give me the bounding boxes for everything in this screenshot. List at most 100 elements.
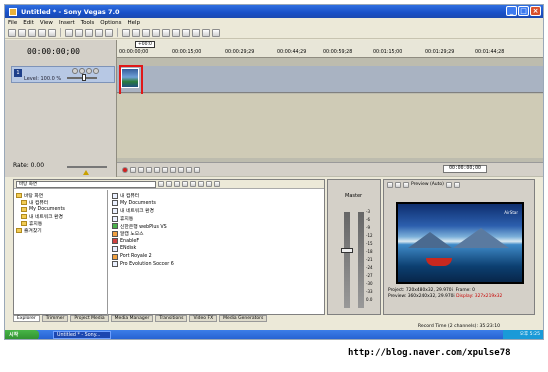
tree-item[interactable]: 내 네트워크 환경 <box>16 213 105 220</box>
edit-tool-icon[interactable] <box>122 28 130 37</box>
file-item[interactable]: 휴지통 <box>112 215 322 223</box>
prev-frame-icon[interactable] <box>186 166 192 173</box>
timeline: 00:00:00;00 1 Level: 100.0 % Rate: 0.00 … <box>5 40 543 177</box>
rate-slider[interactable] <box>67 166 107 168</box>
new-folder-icon[interactable] <box>174 181 180 187</box>
tree-item[interactable]: 내 컴퓨터 <box>16 199 105 206</box>
bypass-fx-icon[interactable] <box>72 68 78 74</box>
start-button[interactable]: 시작 <box>5 330 39 339</box>
tree-item[interactable]: My Documents <box>16 206 105 213</box>
help-icon[interactable] <box>212 28 220 37</box>
go-to-start-icon[interactable] <box>170 166 176 173</box>
auto-ripple-icon[interactable] <box>182 28 190 37</box>
split-screen-icon[interactable] <box>395 181 401 188</box>
go-to-end-icon[interactable] <box>178 166 184 173</box>
zoom-tool-icon[interactable] <box>152 28 160 37</box>
menu-insert[interactable]: Insert <box>59 20 75 26</box>
timeline-timecode: 00:00:00;00 <box>27 47 80 56</box>
ignore-grouping-icon[interactable] <box>202 28 210 37</box>
snap-icon[interactable] <box>162 28 170 37</box>
tab-project-media[interactable]: Project Media <box>70 315 109 322</box>
tree-item[interactable]: 즐겨찾기 <box>16 227 105 234</box>
stop-icon[interactable] <box>162 166 168 173</box>
file-item[interactable]: My Documents <box>112 200 322 208</box>
stop-preview-icon[interactable] <box>198 181 204 187</box>
cursor-time-label: +00:0 <box>135 41 155 48</box>
preview-quality-select[interactable]: Preview (Auto) <box>411 182 444 187</box>
menu-edit[interactable]: Edit <box>23 20 34 26</box>
lock-envelopes-icon[interactable] <box>192 28 200 37</box>
file-item[interactable]: Pro Evolution Soccer 6 <box>112 260 322 268</box>
track-level-knob[interactable] <box>82 74 86 81</box>
refresh-icon[interactable] <box>166 181 172 187</box>
menu-tools[interactable]: Tools <box>81 20 95 26</box>
master-fader[interactable] <box>341 248 353 253</box>
play-icon[interactable] <box>146 166 152 173</box>
file-item[interactable]: ENdisk <box>112 245 322 253</box>
render-icon[interactable] <box>48 28 56 37</box>
menu-file[interactable]: File <box>8 20 17 26</box>
file-item[interactable]: Port Royale 2 <box>112 253 322 261</box>
tree-item[interactable]: 휴지통 <box>16 220 105 227</box>
file-item[interactable]: EnableF <box>112 238 322 246</box>
auto-crossfade-icon[interactable] <box>172 28 180 37</box>
pause-icon[interactable] <box>154 166 160 173</box>
record-icon[interactable] <box>122 166 128 173</box>
maximize-button[interactable]: □ <box>518 6 529 16</box>
tab-video-fx[interactable]: Video FX <box>189 315 218 322</box>
toolbar-separator <box>117 28 118 37</box>
rate-indicator-icon[interactable] <box>83 170 89 175</box>
taskbar-vegas-item[interactable]: Untitled * - Sony... <box>53 331 111 339</box>
empty-track-space[interactable] <box>117 94 543 158</box>
views-icon[interactable] <box>214 181 220 187</box>
up-folder-icon[interactable] <box>158 181 164 187</box>
menu-options[interactable]: Options <box>100 20 121 26</box>
tab-transitions[interactable]: Transitions <box>155 315 188 322</box>
overlays-icon[interactable] <box>403 181 409 188</box>
minimize-button[interactable]: _ <box>506 6 517 16</box>
video-track-lane[interactable] <box>117 66 543 93</box>
cut-icon[interactable] <box>65 28 73 37</box>
copy-icon[interactable] <box>75 28 83 37</box>
delete-icon[interactable] <box>182 181 188 187</box>
explorer-path-select[interactable]: 바탕 화면 <box>16 180 156 188</box>
save-snapshot-icon[interactable] <box>453 181 460 188</box>
solo-icon[interactable] <box>86 68 92 74</box>
envelope-tool-icon[interactable] <box>132 28 140 37</box>
tab-explorer[interactable]: Explorer <box>13 315 40 322</box>
file-item[interactable]: 내 컴퓨터 <box>112 192 322 200</box>
paste-icon[interactable] <box>85 28 93 37</box>
selection-tool-icon[interactable] <box>142 28 150 37</box>
auto-preview-icon[interactable] <box>206 181 212 187</box>
menu-help[interactable]: Help <box>128 20 141 26</box>
track-area[interactable]: +00:0 00:00:00;00 00:00:15;00 00:00:29;2… <box>117 40 543 177</box>
tab-trimmer[interactable]: Trimmer <box>41 315 69 322</box>
copy-snapshot-icon[interactable] <box>445 181 452 188</box>
next-frame-icon[interactable] <box>194 166 200 173</box>
play-from-start-icon[interactable] <box>138 166 144 173</box>
tree-item[interactable]: 바탕 화면 <box>16 192 105 199</box>
tab-media-manager[interactable]: Media Manager <box>110 315 154 322</box>
preview-screen[interactable]: AirStar <box>396 202 524 284</box>
master-meter-right <box>358 212 364 308</box>
motion-icon[interactable] <box>93 68 99 74</box>
undo-icon[interactable] <box>95 28 103 37</box>
save-as-icon[interactable] <box>38 28 46 37</box>
loop-icon[interactable] <box>130 166 136 173</box>
new-icon[interactable] <box>8 28 16 37</box>
save-icon[interactable] <box>28 28 36 37</box>
time-ruler[interactable]: +00:0 00:00:00;00 00:00:15;00 00:00:29;2… <box>117 40 543 58</box>
open-icon[interactable] <box>18 28 26 37</box>
menu-view[interactable]: View <box>40 20 53 26</box>
preview-settings-icon[interactable] <box>387 181 393 188</box>
redo-icon[interactable] <box>105 28 113 37</box>
file-item-label: 내 컴퓨터 <box>120 194 140 200</box>
close-button[interactable]: × <box>530 6 541 16</box>
file-item[interactable]: 신한은행 webPlus VS <box>112 222 322 230</box>
tab-media-generators[interactable]: Media Generators <box>219 315 268 322</box>
file-item[interactable]: 내 네트워크 환경 <box>112 207 322 215</box>
video-track-header[interactable]: 1 Level: 100.0 % <box>11 66 115 83</box>
start-preview-icon[interactable] <box>190 181 196 187</box>
ruler-tick: 00:01:15;00 <box>373 50 403 55</box>
file-item[interactable]: 알캡 노모스 <box>112 230 322 238</box>
